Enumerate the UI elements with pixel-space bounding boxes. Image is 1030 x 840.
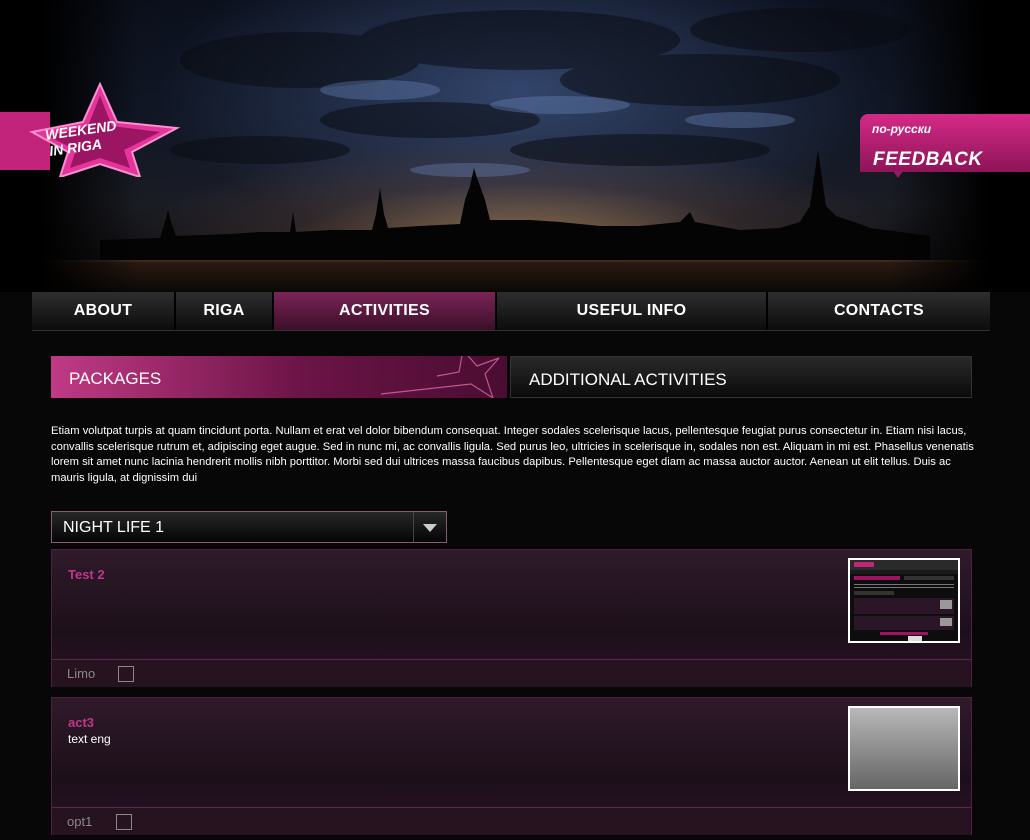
tab-packages[interactable]: PACKAGES bbox=[51, 356, 507, 398]
option-checkbox[interactable] bbox=[116, 814, 132, 830]
option-label: opt1 bbox=[67, 814, 93, 829]
placeholder-image bbox=[850, 708, 958, 789]
activity-tabs: PACKAGES ADDITIONAL ACTIVITIES bbox=[51, 356, 972, 398]
language-link-russian[interactable]: по-русски bbox=[872, 122, 931, 136]
nav-item-about[interactable]: ABOUT bbox=[32, 292, 176, 330]
river-reflection bbox=[0, 262, 1030, 292]
activity-thumbnail[interactable] bbox=[848, 706, 960, 791]
nav-item-contacts[interactable]: CONTACTS bbox=[768, 292, 990, 330]
activity-thumbnail[interactable] bbox=[848, 558, 960, 643]
activity-option-row: Limo bbox=[52, 659, 971, 687]
tab-additional-label: ADDITIONAL ACTIVITIES bbox=[529, 370, 727, 389]
select-value: NIGHT LIFE 1 bbox=[63, 519, 165, 536]
activity-card: Test 2 Limo bbox=[51, 549, 972, 687]
tab-additional-activities[interactable]: ADDITIONAL ACTIVITIES bbox=[510, 356, 972, 398]
feedback-pointer-icon bbox=[893, 171, 903, 178]
activity-card: act3 text eng opt1 bbox=[51, 697, 972, 835]
activity-text: text eng bbox=[68, 732, 111, 746]
nav-item-activities[interactable]: ACTIVITIES bbox=[274, 292, 497, 330]
intro-text: Etiam volutpat turpis at quam tincidunt … bbox=[51, 425, 974, 484]
select-dropdown-button[interactable] bbox=[413, 512, 446, 542]
tab-packages-label: PACKAGES bbox=[69, 369, 162, 388]
nav-item-riga[interactable]: RIGA bbox=[176, 292, 274, 330]
feedback-link[interactable]: FEEDBACK bbox=[873, 149, 983, 171]
activity-title[interactable]: act3 bbox=[68, 715, 94, 730]
nav-item-useful-info[interactable]: USEFUL INFO bbox=[497, 292, 768, 330]
activity-title[interactable]: Test 2 bbox=[68, 567, 105, 582]
chevron-down-icon bbox=[423, 524, 437, 532]
option-label: Limo bbox=[67, 666, 96, 681]
website-preview-image bbox=[850, 560, 958, 641]
star-decoration-icon bbox=[381, 356, 500, 398]
option-checkbox[interactable] bbox=[118, 666, 134, 682]
weekend-in-riga-logo[interactable]: WEEKEND IN RIGA bbox=[0, 81, 185, 179]
logo-star-icon: WEEKEND IN RIGA bbox=[0, 81, 181, 179]
activity-option-row: opt1 bbox=[52, 807, 971, 835]
activity-category-select[interactable]: NIGHT LIFE 1 bbox=[51, 511, 447, 543]
main-nav: ABOUT RIGA ACTIVITIES USEFUL INFO CONTAC… bbox=[32, 292, 990, 331]
